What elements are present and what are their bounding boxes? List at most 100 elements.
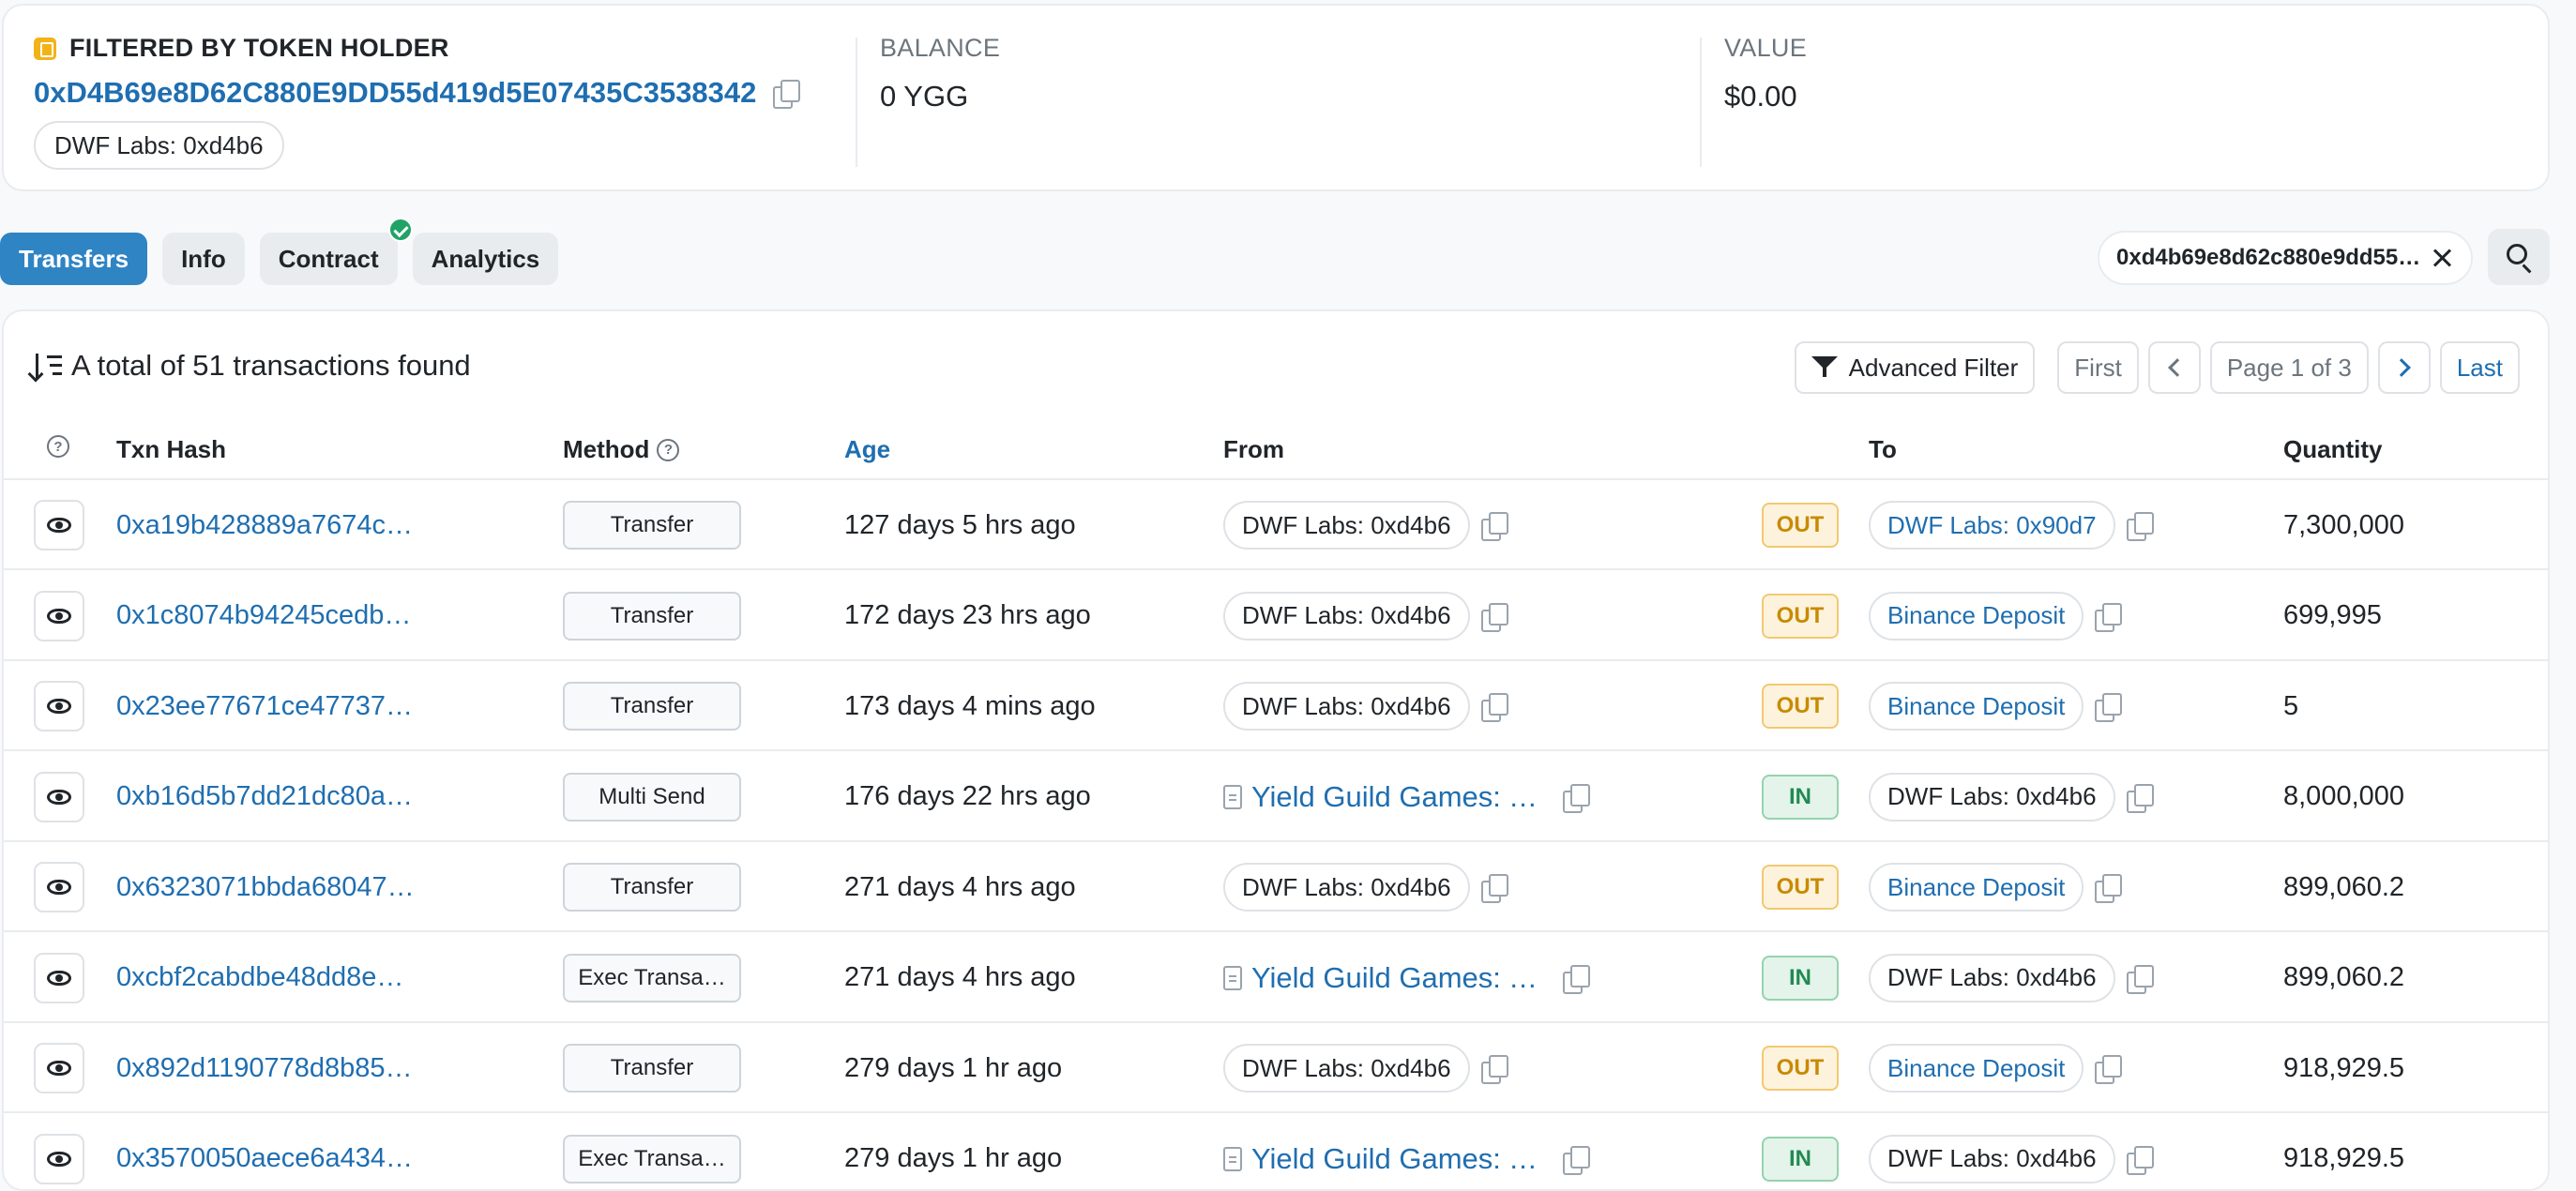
copy-icon[interactable] — [2127, 784, 2151, 810]
from-address-chip[interactable]: DWF Labs: 0xd4b6 — [1223, 592, 1470, 641]
divider — [1700, 38, 1702, 167]
txn-hash-link[interactable]: 0xcbf2cabdbe48dd8e3… — [116, 962, 417, 993]
from-contract-link[interactable]: Yield Guild Games: Tre… — [1223, 780, 1552, 814]
txn-hash-link[interactable]: 0x23ee77671ce47737… — [116, 691, 413, 722]
copy-icon[interactable] — [2127, 965, 2151, 991]
to-address-chip[interactable]: Binance Deposit — [1869, 682, 2084, 731]
total-text: A total of 51 transactions found — [71, 349, 471, 383]
from-address-chip[interactable]: DWF Labs: 0xd4b6 — [1223, 863, 1470, 912]
next-page-button[interactable] — [2378, 341, 2431, 394]
copy-icon[interactable] — [1481, 512, 1506, 538]
method-badge: Transfer — [563, 682, 741, 731]
copy-icon[interactable] — [1481, 693, 1506, 719]
copy-icon[interactable] — [2095, 693, 2119, 719]
copy-icon[interactable] — [2095, 874, 2119, 900]
direction-badge: IN — [1762, 775, 1839, 820]
to-cell: Binance Deposit — [1869, 1023, 2119, 1113]
tab-contract[interactable]: Contract — [260, 233, 398, 285]
from-cell: DWF Labs: 0xd4b6 — [1223, 661, 1506, 751]
from-address-chip[interactable]: DWF Labs: 0xd4b6 — [1223, 1044, 1470, 1093]
quantity-value: 899,060.2 — [2283, 872, 2404, 903]
txn-hash-cell: 0x3570050aece6a434… — [116, 1114, 413, 1191]
table-row: 0x6323071bbda68047… Transfer 271 days 4 … — [4, 842, 2548, 932]
from-address-chip[interactable]: DWF Labs: 0xd4b6 — [1223, 682, 1470, 731]
to-address-chip[interactable]: Binance Deposit — [1869, 863, 2084, 912]
to-address-chip[interactable]: Binance Deposit — [1869, 1044, 2084, 1093]
from-address-chip[interactable]: DWF Labs: 0xd4b6 — [1223, 501, 1470, 550]
from-contract-link[interactable]: Yield Guild Games: Tre… — [1223, 961, 1552, 995]
tab-analytics[interactable]: Analytics — [413, 233, 559, 285]
copy-icon[interactable] — [1481, 603, 1506, 629]
search-button[interactable] — [2488, 229, 2550, 285]
copy-icon[interactable] — [773, 80, 797, 106]
prev-page-button[interactable] — [2148, 341, 2201, 394]
table-row: 0x892d1190778d8b85… Transfer 279 days 1 … — [4, 1023, 2548, 1113]
txn-hash-cell: 0x892d1190778d8b85… — [116, 1023, 413, 1113]
table-row: 0xb16d5b7dd21dc80a… Multi Send 176 days … — [4, 752, 2548, 842]
from-label: Yield Guild Games: Tre… — [1251, 961, 1552, 995]
sort-descending-icon[interactable] — [32, 352, 62, 380]
txn-hash-cell: 0xcbf2cabdbe48dd8e3… — [116, 933, 417, 1023]
txn-hash-cell: 0x1c8074b94245cedb… — [116, 571, 411, 661]
txn-hash-link[interactable]: 0xa19b428889a7674c… — [116, 510, 413, 541]
info-icon[interactable]: ? — [657, 439, 679, 461]
to-address-chip[interactable]: Binance Deposit — [1869, 592, 2084, 641]
holder-address-line: 0xD4B69e8D62C880E9DD55d419d5E07435C35383… — [34, 76, 797, 110]
direction-cell: IN — [1762, 1114, 1839, 1191]
quantity-value: 5 — [2283, 691, 2298, 722]
copy-icon[interactable] — [1563, 784, 1587, 810]
tab-transfers[interactable]: Transfers — [0, 233, 147, 285]
holder-address-link[interactable]: 0xD4B69e8D62C880E9DD55d419d5E07435C35383… — [34, 76, 756, 110]
header-to: To — [1869, 435, 1897, 464]
advanced-filter-button[interactable]: Advanced Filter — [1795, 341, 2036, 394]
txn-hash-link[interactable]: 0x892d1190778d8b85… — [116, 1053, 413, 1084]
age-text: 172 days 23 hrs ago — [844, 600, 1091, 631]
age-text: 173 days 4 mins ago — [844, 691, 1096, 722]
quantity-cell: 699,995 — [2283, 571, 2382, 661]
tab-info[interactable]: Info — [162, 233, 245, 285]
copy-icon[interactable] — [1563, 965, 1587, 991]
txn-hash-cell: 0x6323071bbda68047… — [116, 842, 415, 932]
close-icon[interactable] — [2432, 247, 2454, 269]
last-page-button[interactable]: Last — [2440, 341, 2520, 394]
txn-hash-link[interactable]: 0x3570050aece6a434… — [116, 1143, 413, 1174]
header-help[interactable]: ? — [47, 435, 69, 458]
header-age[interactable]: Age — [844, 435, 890, 464]
direction-cell: OUT — [1762, 1023, 1839, 1113]
method-badge: Transfer — [563, 1044, 741, 1093]
copy-icon[interactable] — [1481, 874, 1506, 900]
view-details-button[interactable] — [34, 953, 84, 1003]
eye-icon — [47, 971, 71, 986]
to-address-chip[interactable]: DWF Labs: 0xd4b6 — [1869, 954, 2115, 1003]
holder-tag[interactable]: DWF Labs: 0xd4b6 — [34, 121, 284, 170]
age-cell: 271 days 4 hrs ago — [844, 842, 1076, 932]
view-details-button[interactable] — [34, 591, 84, 641]
view-details-button[interactable] — [34, 681, 84, 731]
first-page-button[interactable]: First — [2057, 341, 2139, 394]
txn-hash-link[interactable]: 0x6323071bbda68047… — [116, 872, 415, 903]
copy-icon[interactable] — [2127, 512, 2151, 538]
view-details-button[interactable] — [34, 772, 84, 822]
direction-cell: OUT — [1762, 571, 1839, 661]
to-cell: DWF Labs: 0xd4b6 — [1869, 933, 2151, 1023]
txn-hash-link[interactable]: 0x1c8074b94245cedb… — [116, 600, 411, 631]
view-details-button[interactable] — [34, 500, 84, 550]
copy-icon[interactable] — [2127, 1146, 2151, 1172]
table-row: 0x3570050aece6a434… Exec Transa… 279 day… — [4, 1114, 2548, 1191]
age-text: 127 days 5 hrs ago — [844, 510, 1076, 541]
age-cell: 271 days 4 hrs ago — [844, 933, 1076, 1023]
view-details-button[interactable] — [34, 1134, 84, 1184]
copy-icon[interactable] — [2095, 1055, 2119, 1081]
row-preview-cell — [34, 842, 84, 932]
from-contract-link[interactable]: Yield Guild Games: Tre… — [1223, 1142, 1552, 1176]
copy-icon[interactable] — [1563, 1146, 1587, 1172]
view-details-button[interactable] — [34, 862, 84, 912]
to-cell: DWF Labs: 0xd4b6 — [1869, 1114, 2151, 1191]
copy-icon[interactable] — [1481, 1055, 1506, 1081]
filter-icon — [1811, 356, 1840, 379]
copy-icon[interactable] — [2095, 603, 2119, 629]
txn-hash-link[interactable]: 0xb16d5b7dd21dc80a… — [116, 781, 413, 812]
to-address-chip[interactable]: DWF Labs: 0x90d7 — [1869, 501, 2115, 550]
to-address-chip[interactable]: DWF Labs: 0xd4b6 — [1869, 773, 2115, 822]
view-details-button[interactable] — [34, 1043, 84, 1093]
